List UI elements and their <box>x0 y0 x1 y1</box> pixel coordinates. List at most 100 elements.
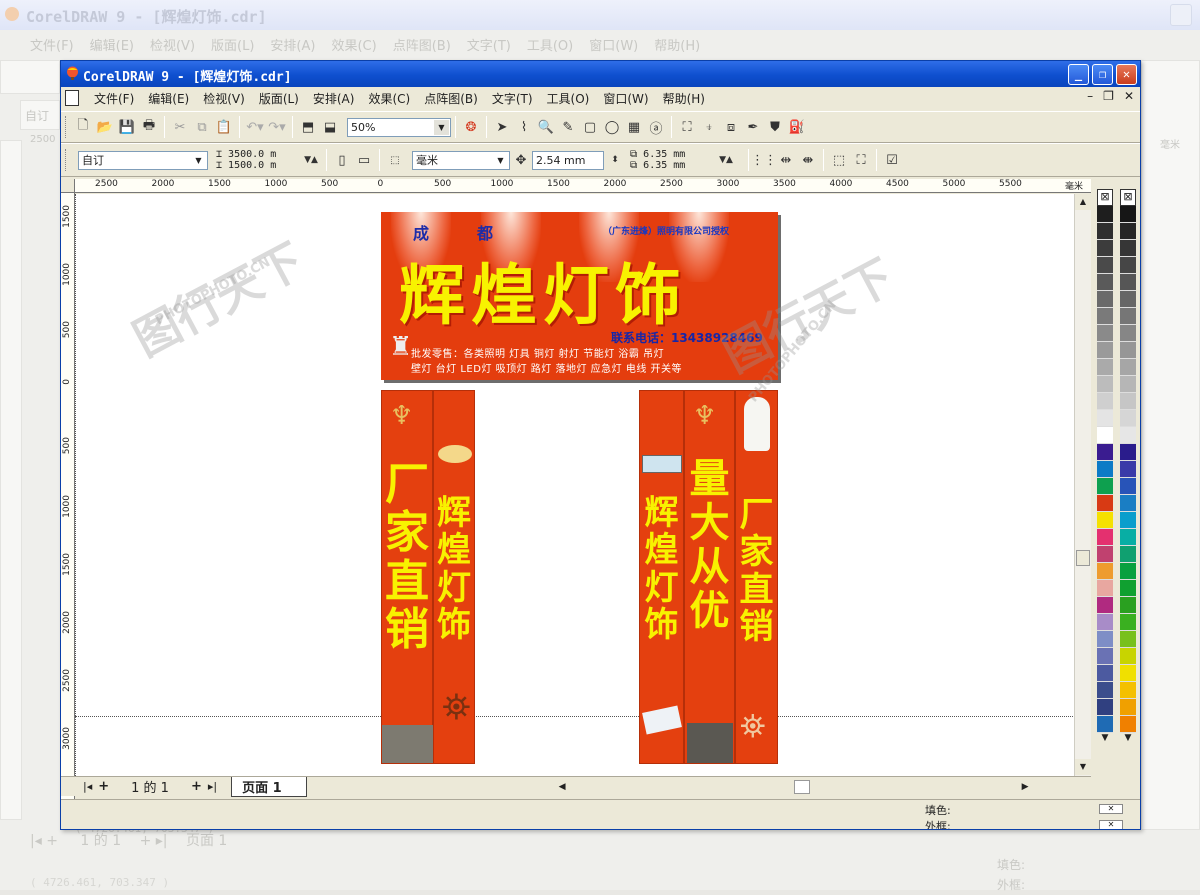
color-swatch[interactable] <box>1097 631 1113 648</box>
color-swatch[interactable] <box>1120 631 1136 648</box>
undo-icon[interactable]: ↶▾ <box>244 116 266 138</box>
right-pillar-a[interactable]: 辉煌灯饰 <box>639 390 684 764</box>
color-swatch[interactable] <box>1120 240 1136 257</box>
eyedropper-icon[interactable]: ⍖ <box>698 116 720 138</box>
menu-item[interactable]: 点阵图(B) <box>417 90 485 107</box>
page-layout-icon[interactable]: ⬚ <box>384 149 406 171</box>
palette-scroll-icon[interactable]: ▼ <box>1120 733 1136 743</box>
color-swatch[interactable] <box>1097 665 1113 682</box>
menu-item[interactable]: 效果(C) <box>361 90 417 107</box>
corel-application-launcher-icon[interactable]: ❂ <box>460 116 482 138</box>
color-swatch[interactable] <box>1120 393 1136 410</box>
nudge-spinner-icon[interactable]: ⬍ <box>604 149 626 171</box>
nudge-field[interactable]: 2.54 mm <box>532 150 604 170</box>
color-swatch[interactable] <box>1120 291 1136 308</box>
color-swatch[interactable] <box>1120 614 1136 631</box>
menu-item[interactable]: 文字(T) <box>485 90 540 107</box>
print-icon[interactable]: 🖶 <box>138 116 160 138</box>
color-swatch[interactable] <box>1120 546 1136 563</box>
color-swatch[interactable] <box>1120 410 1136 427</box>
color-swatch[interactable] <box>1097 529 1113 546</box>
color-swatch[interactable] <box>1120 444 1136 461</box>
vertical-scrollbar[interactable]: ▲ ▼ <box>1074 194 1091 776</box>
color-palette-left[interactable]: ⊠ ▼ <box>1097 189 1113 743</box>
select-treat-icon[interactable]: ⬚ <box>828 149 850 171</box>
title-bar[interactable]: CorelDRAW 9 - [辉煌灯饰.cdr] _ ❐ ✕ <box>61 61 1140 87</box>
rectangle-tool-icon[interactable]: ▢ <box>579 116 601 138</box>
toolbar-grip[interactable] <box>65 116 68 138</box>
close-button[interactable]: ✕ <box>1116 64 1137 85</box>
dup-y-field[interactable]: ⧉ 6.35 mm <box>630 160 708 171</box>
color-swatch[interactable] <box>1120 512 1136 529</box>
color-swatch[interactable] <box>1097 240 1113 257</box>
color-swatch[interactable] <box>1097 495 1113 512</box>
color-swatch[interactable] <box>1097 682 1113 699</box>
color-swatch[interactable] <box>1097 699 1113 716</box>
dup-spinner-icon[interactable]: ▼▲ <box>708 149 744 171</box>
color-swatch[interactable] <box>1097 206 1113 223</box>
restore-button[interactable]: ❐ <box>1092 64 1113 85</box>
doc-minimize-button[interactable]: – <box>1087 89 1093 103</box>
import-icon[interactable]: ⬒ <box>297 116 319 138</box>
transparency-tool-icon[interactable]: ⧈ <box>720 116 742 138</box>
color-swatch[interactable] <box>1097 716 1113 733</box>
banner-artwork[interactable]: 成都 （广东进烽）照明有限公司授权 辉煌灯饰 联系电话：13438928469 … <box>381 212 778 380</box>
page-tab[interactable]: 页面 1 <box>231 776 307 797</box>
color-swatch[interactable] <box>1120 342 1136 359</box>
horizontal-ruler[interactable]: 2500 2000 1500 1000 500 0 500 1000 1500 2000 2500 3… <box>75 179 1091 193</box>
color-swatch[interactable] <box>1097 410 1113 427</box>
color-swatch[interactable] <box>1120 529 1136 546</box>
last-page-icon[interactable]: ▸| <box>208 780 217 793</box>
export-icon[interactable]: ⬓ <box>319 116 341 138</box>
fill-tool-icon[interactable]: ⛊ <box>764 116 786 138</box>
color-swatch[interactable] <box>1097 614 1113 631</box>
new-file-icon[interactable]: 🗋 <box>72 116 94 138</box>
color-swatch[interactable] <box>1120 427 1136 444</box>
size-spinner-icon[interactable]: ▼▲ <box>300 149 322 171</box>
snap-to-objects-icon[interactable]: ⇼ <box>797 149 819 171</box>
background-maximize-button[interactable] <box>1170 4 1192 26</box>
doc-close-button[interactable]: ✕ <box>1124 89 1134 103</box>
redo-icon[interactable]: ↷▾ <box>266 116 288 138</box>
no-color-swatch[interactable]: ⊠ <box>1097 189 1113 206</box>
palette-scroll-icon[interactable]: ▼ <box>1097 733 1113 743</box>
color-swatch[interactable] <box>1120 478 1136 495</box>
graph-paper-tool-icon[interactable]: ▦ <box>623 116 645 138</box>
color-swatch[interactable] <box>1120 682 1136 699</box>
color-swatch[interactable] <box>1097 291 1113 308</box>
open-folder-icon[interactable]: 📂 <box>94 116 116 138</box>
color-swatch[interactable] <box>1120 699 1136 716</box>
color-swatch[interactable] <box>1120 325 1136 342</box>
color-swatch[interactable] <box>1097 359 1113 376</box>
color-swatch[interactable] <box>1097 478 1113 495</box>
color-swatch[interactable] <box>1097 427 1113 444</box>
shape-tool-icon[interactable]: ⌇ <box>513 116 535 138</box>
color-swatch[interactable] <box>1120 461 1136 478</box>
menu-item[interactable]: 窗口(W) <box>596 90 655 107</box>
chevron-down-icon[interactable]: ▼ <box>434 119 449 135</box>
minimize-button[interactable]: _ <box>1068 64 1089 85</box>
color-swatch[interactable] <box>1120 376 1136 393</box>
scroll-left-icon[interactable]: ◀ <box>559 782 566 792</box>
color-swatch[interactable] <box>1120 359 1136 376</box>
save-icon[interactable]: 💾 <box>116 116 138 138</box>
page-width-field[interactable]: ⌶ 3500.0 m <box>216 149 300 160</box>
color-swatch[interactable] <box>1120 716 1136 733</box>
menu-item[interactable]: 安排(A) <box>306 90 362 107</box>
landscape-icon[interactable]: ▭ <box>353 149 375 171</box>
snap-to-grid-icon[interactable]: ⋮⋮ <box>751 149 777 171</box>
color-swatch[interactable] <box>1097 546 1113 563</box>
color-swatch[interactable] <box>1097 308 1113 325</box>
edit-across-layers-icon[interactable]: ⛶ <box>850 149 872 171</box>
color-swatch[interactable] <box>1097 580 1113 597</box>
interactive-blend-icon[interactable]: ⛶ <box>676 116 698 138</box>
menu-item[interactable]: 工具(O) <box>540 90 597 107</box>
color-swatch[interactable] <box>1120 563 1136 580</box>
dup-x-field[interactable]: ⧉ 6.35 mm <box>630 149 708 160</box>
menu-item[interactable]: 编辑(E) <box>141 90 196 107</box>
no-color-swatch[interactable]: ⊠ <box>1120 189 1136 206</box>
freehand-tool-icon[interactable]: ✎ <box>557 116 579 138</box>
color-swatch[interactable] <box>1120 223 1136 240</box>
units-combo[interactable]: 毫米 ▼ <box>412 150 510 170</box>
toolbar-grip[interactable] <box>65 149 68 171</box>
